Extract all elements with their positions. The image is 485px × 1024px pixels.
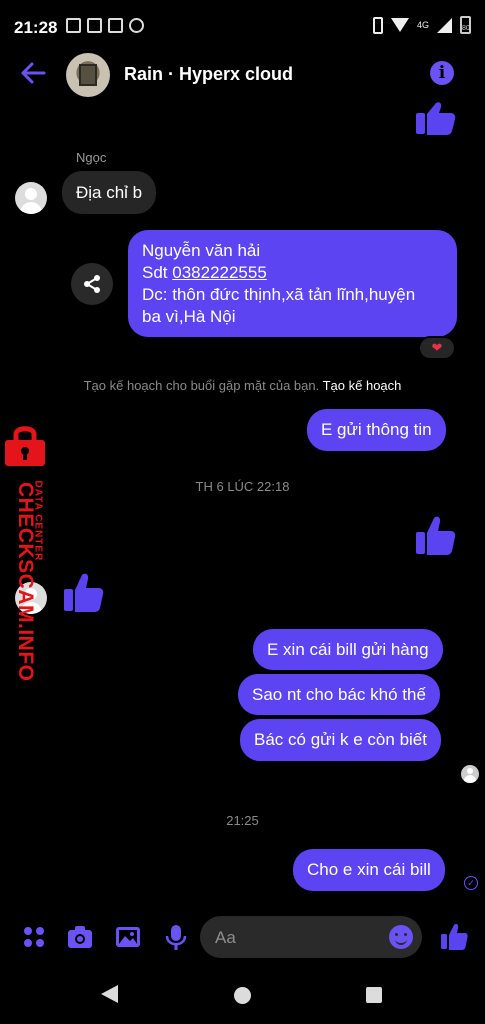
thumbs-up-icon: [416, 516, 456, 555]
nav-home-button[interactable]: [234, 987, 251, 1004]
read-receipt-avatar: [461, 765, 479, 783]
gallery-icon[interactable]: [114, 923, 142, 951]
timestamp: 21:25: [226, 813, 259, 828]
microphone-icon[interactable]: [162, 923, 190, 951]
zalo-icon: [87, 18, 102, 33]
contact-avatar[interactable]: [66, 53, 110, 97]
address-line-2: ba vì,Hà Nội: [142, 307, 236, 326]
cloud-icon: [129, 18, 144, 33]
address-line: Dc: thôn đức thịnh,xã tản lĩnh,huyện: [142, 285, 416, 304]
share-icon: [84, 275, 100, 293]
arrow-left-icon[interactable]: [18, 58, 48, 88]
outgoing-message[interactable]: Cho e xin cái bill: [293, 849, 445, 891]
sender-name: Ngọc: [76, 150, 107, 165]
wifi-icon: [390, 18, 409, 32]
vibrate-icon: [66, 18, 81, 33]
address-message[interactable]: Nguyễn văn hải Sdt 0382222555 Dc: thôn đ…: [128, 230, 457, 337]
status-time: 21:28: [14, 18, 58, 37]
sent-check-icon: ✓: [464, 876, 478, 890]
image-icon: [108, 18, 123, 33]
info-icon[interactable]: i: [430, 61, 454, 85]
watermark-brand: CHECKSCAM.INFO: [14, 482, 37, 682]
battery-icon: 80: [460, 16, 471, 34]
sender-avatar[interactable]: [15, 182, 47, 214]
emoji-icon[interactable]: [389, 925, 413, 949]
address-name: Nguyễn văn hải: [142, 241, 261, 260]
outgoing-message[interactable]: Bác có gửi k e còn biết: [240, 719, 441, 761]
message-input[interactable]: Aa: [200, 916, 422, 958]
timestamp: TH 6 LÚC 22:18: [195, 479, 290, 494]
nav-recents-button[interactable]: [366, 987, 382, 1003]
thumbs-up-icon: [64, 573, 104, 612]
camera-icon[interactable]: [66, 923, 94, 951]
incoming-message[interactable]: Địa chỉ b: [62, 171, 157, 214]
phone-icon: [372, 16, 383, 34]
address-phone-line: Sdt 0382222555: [142, 262, 443, 284]
phone-link[interactable]: 0382222555: [172, 263, 267, 282]
heart-reaction[interactable]: ❤: [418, 336, 456, 360]
outgoing-message[interactable]: E xin cái bill gửi hàng: [253, 629, 443, 670]
system-status-icons: 4G 80: [372, 16, 471, 34]
thumbs-up-icon: [416, 102, 456, 135]
nav-back-button[interactable]: [101, 985, 118, 1003]
plan-note: Tạo kế hoạch cho buổi gặp mặt của bạn. T…: [0, 378, 485, 393]
menu-dots-icon[interactable]: [20, 923, 48, 951]
create-plan-link[interactable]: Tạo kế hoạch: [323, 378, 402, 393]
outgoing-message[interactable]: E gửi thông tin: [307, 409, 446, 451]
chat-title[interactable]: Rain · Hyperx cloud: [124, 64, 293, 85]
notification-icons: [66, 18, 144, 33]
outgoing-message[interactable]: Sao nt cho bác khó thế: [238, 674, 440, 715]
phone-label: Sdt: [142, 263, 173, 282]
share-button[interactable]: [71, 263, 113, 305]
lock-icon: [5, 426, 45, 466]
message-placeholder: Aa: [215, 928, 236, 947]
signal-icon: [437, 17, 452, 33]
plan-note-text: Tạo kế hoạch cho buổi gặp mặt của bạn.: [83, 378, 320, 393]
network-type: 4G: [416, 20, 429, 30]
thumbs-up-icon[interactable]: [440, 922, 468, 950]
